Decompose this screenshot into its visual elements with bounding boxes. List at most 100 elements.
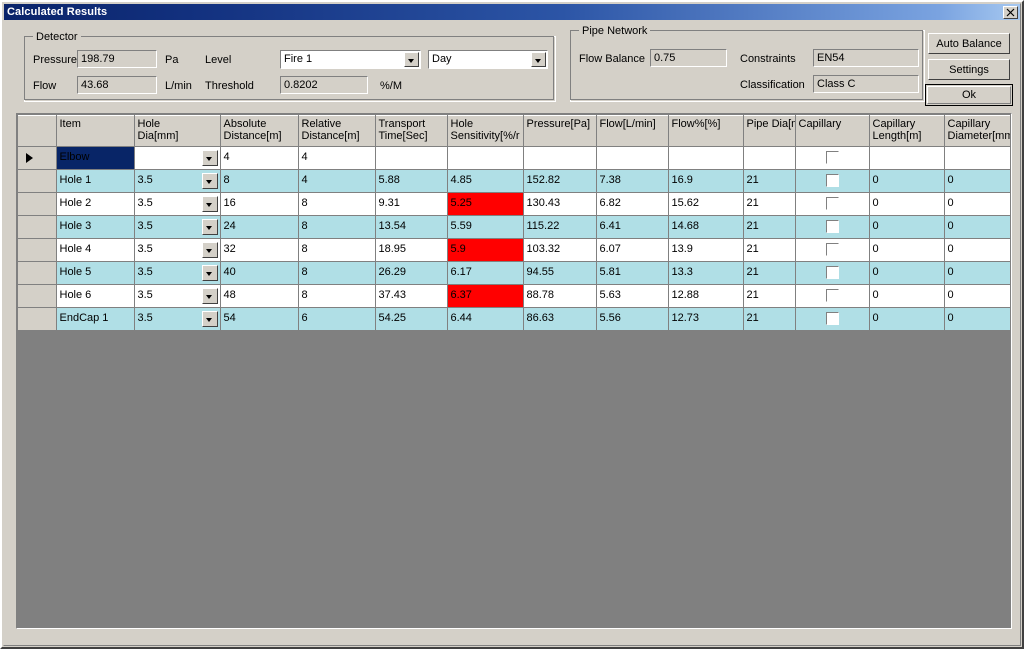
cell-hole-dia[interactable]: 3.5 <box>134 169 221 193</box>
cell-hole-dia[interactable]: 3.5 <box>134 307 221 331</box>
cell-capillary[interactable] <box>795 307 870 331</box>
row-header-cell[interactable] <box>18 215 57 239</box>
row-header-cell[interactable] <box>18 192 57 216</box>
capillary-checkbox[interactable] <box>826 174 839 187</box>
cell-pipe-dia[interactable]: 21 <box>743 307 796 331</box>
cell-hole-dia[interactable]: 3.5 <box>134 238 221 262</box>
cell-capillary-length[interactable]: 0 <box>869 169 945 193</box>
cell-pressure[interactable]: 103.32 <box>523 238 597 262</box>
cell-pressure[interactable]: 152.82 <box>523 169 597 193</box>
cell-capillary[interactable] <box>795 261 870 285</box>
cell-pipe-dia[interactable] <box>743 146 796 170</box>
cell-flow-pct[interactable]: 16.9 <box>668 169 744 193</box>
capillary-checkbox[interactable] <box>826 266 839 279</box>
cell-pipe-dia[interactable]: 21 <box>743 192 796 216</box>
cell-transport-time[interactable]: 13.54 <box>375 215 448 239</box>
capillary-checkbox[interactable] <box>826 312 839 325</box>
cell-flow-pct[interactable]: 13.9 <box>668 238 744 262</box>
cell-capillary-diameter[interactable] <box>944 146 1011 170</box>
cell-item[interactable]: Hole 6 <box>56 284 135 308</box>
period-combo-button[interactable] <box>531 52 546 67</box>
cell-flow-pct[interactable]: 13.3 <box>668 261 744 285</box>
cell-item[interactable]: Hole 2 <box>56 192 135 216</box>
hole-dia-combo-button[interactable] <box>201 219 218 235</box>
cell-relative-distance[interactable]: 6 <box>298 307 376 331</box>
cell-flow-pct[interactable] <box>668 146 744 170</box>
close-button[interactable] <box>1003 5 1018 19</box>
cell-capillary[interactable] <box>795 146 870 170</box>
cell-pressure[interactable]: 94.55 <box>523 261 597 285</box>
capillary-checkbox[interactable] <box>826 220 839 233</box>
cell-pipe-dia[interactable]: 21 <box>743 169 796 193</box>
cell-item[interactable]: Hole 3 <box>56 215 135 239</box>
cell-capillary-diameter[interactable]: 0 <box>944 192 1011 216</box>
cell-pressure[interactable]: 88.78 <box>523 284 597 308</box>
table-row[interactable]: Hole 4 3.5 32 8 18.95 5.9 103.32 6.07 13.9 21 0 0 <box>18 238 1011 262</box>
period-combo[interactable]: Day <box>428 50 548 69</box>
header-pressure[interactable]: Pressure[Pa] <box>523 115 597 147</box>
cell-absolute-distance[interactable]: 40 <box>220 261 299 285</box>
cell-capillary-length[interactable]: 0 <box>869 215 945 239</box>
cell-hole-dia[interactable]: 3.5 <box>134 261 221 285</box>
header-capillary-length[interactable]: Capillary Length[m] <box>869 115 945 147</box>
cell-pipe-dia[interactable]: 21 <box>743 215 796 239</box>
cell-flow[interactable]: 7.38 <box>596 169 669 193</box>
table-row[interactable]: Elbow 4 4 <box>18 146 1011 170</box>
hole-dia-combo-button[interactable] <box>201 196 218 212</box>
cell-pressure[interactable]: 86.63 <box>523 307 597 331</box>
level-combo[interactable]: Fire 1 <box>280 50 421 69</box>
cell-pipe-dia[interactable]: 21 <box>743 284 796 308</box>
cell-capillary-length[interactable] <box>869 146 945 170</box>
hole-dia-combo-button[interactable] <box>201 173 218 189</box>
cell-flow-pct[interactable]: 14.68 <box>668 215 744 239</box>
cell-hole-sensitivity[interactable]: 5.9 <box>447 238 524 262</box>
cell-capillary[interactable] <box>795 215 870 239</box>
hole-dia-combo-button[interactable] <box>201 311 218 327</box>
cell-transport-time[interactable]: 9.31 <box>375 192 448 216</box>
cell-flow-pct[interactable]: 12.88 <box>668 284 744 308</box>
table-row[interactable]: Hole 5 3.5 40 8 26.29 6.17 94.55 5.81 13.3 21 0 0 <box>18 261 1011 285</box>
cell-flow-pct[interactable]: 15.62 <box>668 192 744 216</box>
cell-flow[interactable]: 6.41 <box>596 215 669 239</box>
cell-absolute-distance[interactable]: 8 <box>220 169 299 193</box>
table-row[interactable]: Hole 1 3.5 8 4 5.88 4.85 152.82 7.38 16.9 21 0 0 <box>18 169 1011 193</box>
cell-item[interactable]: Hole 1 <box>56 169 135 193</box>
cell-flow[interactable]: 6.07 <box>596 238 669 262</box>
hole-dia-combo-button[interactable] <box>201 150 218 166</box>
cell-flow[interactable]: 5.81 <box>596 261 669 285</box>
table-row[interactable]: Hole 2 3.5 16 8 9.31 5.25 130.43 6.82 15.62 21 0 0 <box>18 192 1011 216</box>
cell-relative-distance[interactable]: 8 <box>298 215 376 239</box>
cell-hole-dia[interactable]: 3.5 <box>134 192 221 216</box>
cell-hole-sensitivity[interactable]: 4.85 <box>447 169 524 193</box>
cell-flow[interactable]: 5.63 <box>596 284 669 308</box>
header-transport-time[interactable]: Transport Time[Sec] <box>375 115 448 147</box>
cell-hole-sensitivity[interactable] <box>447 146 524 170</box>
cell-pipe-dia[interactable]: 21 <box>743 238 796 262</box>
cell-absolute-distance[interactable]: 54 <box>220 307 299 331</box>
capillary-checkbox[interactable] <box>826 197 839 210</box>
header-hole-dia[interactable]: Hole Dia[mm] <box>134 115 221 147</box>
cell-relative-distance[interactable]: 8 <box>298 261 376 285</box>
calculated-results-grid[interactable]: Item Hole Dia[mm] Absolute Distance[m] Rel… <box>16 113 1012 629</box>
hole-dia-combo-button[interactable] <box>201 265 218 281</box>
cell-hole-dia[interactable] <box>134 146 221 170</box>
cell-capillary[interactable] <box>795 238 870 262</box>
cell-item[interactable]: Hole 4 <box>56 238 135 262</box>
row-header-cell[interactable] <box>18 284 57 308</box>
hole-dia-combo-button[interactable] <box>201 242 218 258</box>
header-hole-sensitivity[interactable]: Hole Sensitivity[%/r <box>447 115 524 147</box>
cell-transport-time[interactable]: 18.95 <box>375 238 448 262</box>
cell-capillary[interactable] <box>795 284 870 308</box>
cell-relative-distance[interactable]: 8 <box>298 284 376 308</box>
table-row[interactable]: EndCap 1 3.5 54 6 54.25 6.44 86.63 5.56 12.73 21 0… <box>18 307 1011 331</box>
row-header-cell[interactable] <box>18 169 57 193</box>
cell-relative-distance[interactable]: 8 <box>298 238 376 262</box>
settings-button[interactable]: Settings <box>928 59 1010 80</box>
cell-capillary[interactable] <box>795 192 870 216</box>
header-item[interactable]: Item <box>56 115 135 147</box>
cell-capillary-length[interactable]: 0 <box>869 238 945 262</box>
cell-hole-sensitivity[interactable]: 6.44 <box>447 307 524 331</box>
header-relative-distance[interactable]: Relative Distance[m] <box>298 115 376 147</box>
cell-pipe-dia[interactable]: 21 <box>743 261 796 285</box>
capillary-checkbox[interactable] <box>826 151 839 164</box>
